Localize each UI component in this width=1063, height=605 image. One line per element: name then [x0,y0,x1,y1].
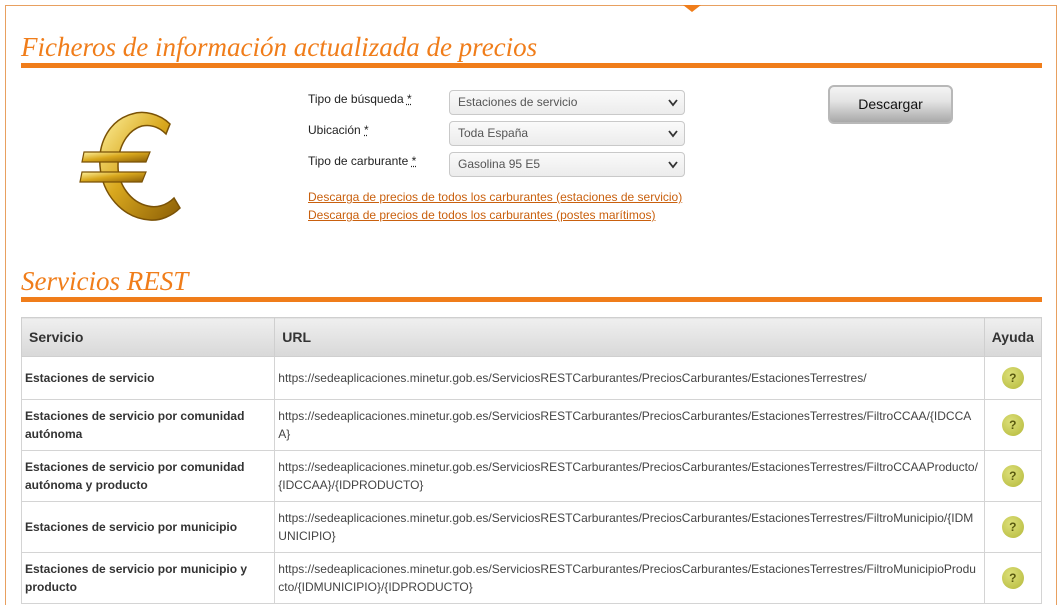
download-button[interactable]: Descargar [828,85,953,124]
chevron-down-icon [668,130,678,138]
rest-title-divider [21,297,1042,302]
column-header-ayuda: Ayuda [983,317,1043,357]
chevron-down-icon [668,161,678,169]
service-url: https://sedeaplicaciones.minetur.gob.es/… [274,501,985,553]
service-name: Estaciones de servicio [20,356,276,400]
ubicacion-select[interactable]: Toda España [449,121,685,146]
service-url: https://sedeaplicaciones.minetur.gob.es/… [274,356,985,400]
carburante-label: Tipo de carburante * [308,154,417,168]
column-header-url: URL [274,317,985,357]
carburante-select[interactable]: Gasolina 95 E5 [449,152,685,177]
column-header-servicio: Servicio [20,317,276,357]
service-url: https://sedeaplicaciones.minetur.gob.es/… [274,450,985,502]
help-icon[interactable]: ? [1001,567,1024,589]
service-url: https://sedeaplicaciones.minetur.gob.es/… [274,399,985,451]
service-url: https://sedeaplicaciones.minetur.gob.es/… [274,552,985,604]
title-divider [21,63,1042,68]
help-icon[interactable]: ? [1001,465,1024,487]
help-icon[interactable]: ? [1001,516,1024,538]
top-notch [683,5,701,12]
service-name: Estaciones de servicio por municipio y p… [20,552,276,604]
table-row: Estaciones de servicio por comunidad aut… [20,450,1043,502]
help-icon[interactable]: ? [1001,414,1024,436]
table-header-row: Servicio URL Ayuda [20,317,1043,357]
rest-section-title: Servicios REST [21,266,189,296]
rest-services-table: Servicio URL Ayuda Estaciones de servici… [20,317,1043,604]
service-name: Estaciones de servicio por comunidad aut… [20,399,276,451]
download-link-estaciones[interactable]: Descarga de precios de todos los carbura… [308,190,682,204]
help-icon[interactable]: ? [1001,367,1024,389]
table-row: Estaciones de servicio https://sedeaplic… [20,356,1043,400]
ubicacion-label: Ubicación * [308,123,369,137]
page-frame: Ficheros de información actualizada de p… [5,5,1057,605]
table-row: Estaciones de servicio por municipio htt… [20,501,1043,553]
euro-icon [79,111,181,221]
table-row: Estaciones de servicio por comunidad aut… [20,399,1043,451]
service-name: Estaciones de servicio por comunidad aut… [20,450,276,502]
download-link-postes[interactable]: Descarga de precios de todos los carbura… [308,208,656,222]
busqueda-select[interactable]: Estaciones de servicio [449,90,685,115]
page-title: Ficheros de información actualizada de p… [21,32,538,62]
service-name: Estaciones de servicio por municipio [20,501,276,553]
table-row: Estaciones de servicio por municipio y p… [20,552,1043,604]
busqueda-label: Tipo de búsqueda * [308,92,412,106]
chevron-down-icon [668,99,678,107]
